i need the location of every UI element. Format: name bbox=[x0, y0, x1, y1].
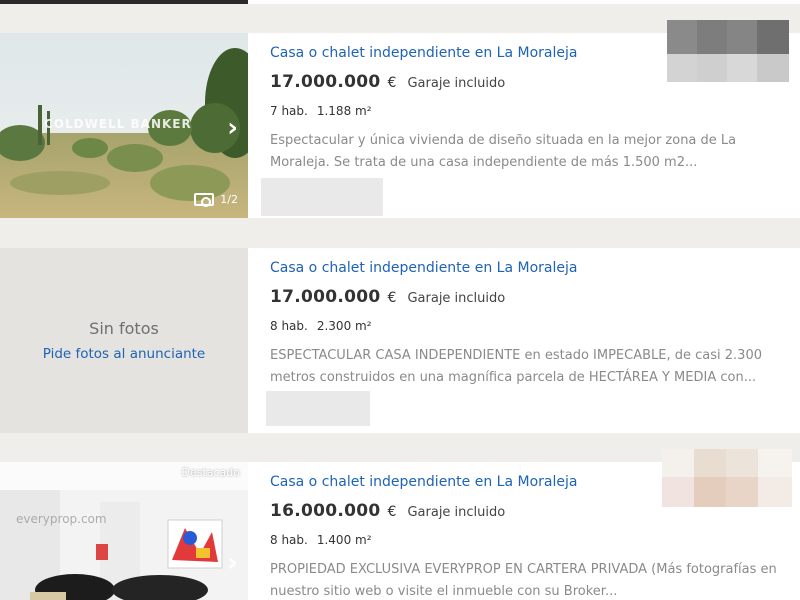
area-size: 1.188 m² bbox=[316, 104, 372, 118]
listing-title-link[interactable]: Casa o chalet independiente en La Morale… bbox=[270, 45, 577, 61]
agency-logo-blurred[interactable] bbox=[266, 391, 370, 426]
agency-logo-pixelated[interactable] bbox=[667, 20, 789, 82]
previous-listing-card-edge bbox=[248, 0, 800, 4]
featured-badge: Destacado bbox=[181, 466, 240, 479]
listing-price: 17.000.000 bbox=[270, 72, 381, 92]
camera-icon bbox=[194, 193, 215, 207]
photo-counter: 1/2 bbox=[194, 193, 238, 207]
listing-details: 7 hab. 1.188 m² bbox=[270, 104, 372, 118]
listing-description[interactable]: Espectacular y única vivienda de diseño … bbox=[270, 130, 780, 174]
listing-card[interactable]: COLDWELL BANKER › 1/2 Casa o chalet inde… bbox=[0, 20, 800, 218]
previous-listing-photo-edge bbox=[0, 0, 248, 4]
listing-details: 8 hab. 1.400 m² bbox=[270, 533, 372, 547]
garage-label: Garaje incluido bbox=[407, 76, 506, 91]
listing-photo[interactable]: Destacado everyprop.com › bbox=[0, 462, 248, 600]
request-photos-link[interactable]: Pide fotos al anunciante bbox=[43, 346, 206, 362]
garage-label: Garaje incluido bbox=[407, 505, 506, 520]
rooms-count: 8 hab. bbox=[270, 319, 308, 333]
photo-counter-text: 1/2 bbox=[220, 193, 238, 206]
area-size: 2.300 m² bbox=[316, 319, 372, 333]
price-row: 17.000.000 € Garaje incluido bbox=[270, 287, 505, 307]
area-size: 1.400 m² bbox=[316, 533, 372, 547]
no-photos-label: Sin fotos bbox=[89, 319, 159, 338]
listing-title-link[interactable]: Casa o chalet independiente en La Morale… bbox=[270, 474, 577, 490]
chevron-right-icon[interactable]: › bbox=[227, 548, 238, 578]
previous-listing-edge bbox=[0, 0, 800, 4]
listing-price: 17.000.000 bbox=[270, 287, 381, 307]
price-row: 17.000.000 € Garaje incluido bbox=[270, 72, 505, 92]
listing-price: 16.000.000 bbox=[270, 501, 381, 521]
listing-description[interactable]: PROPIEDAD EXCLUSIVA EVERYPROP EN CARTERA… bbox=[270, 559, 780, 600]
agency-logo-pixelated[interactable] bbox=[662, 449, 792, 507]
rooms-count: 7 hab. bbox=[270, 104, 308, 118]
listing-title-link[interactable]: Casa o chalet independiente en La Morale… bbox=[270, 260, 577, 276]
currency-symbol: € bbox=[387, 75, 397, 91]
listing-card[interactable]: Sin fotos Pide fotos al anunciante Casa … bbox=[0, 248, 800, 433]
rooms-count: 8 hab. bbox=[270, 533, 308, 547]
listing-photo[interactable]: COLDWELL BANKER › 1/2 bbox=[0, 33, 248, 218]
photo-watermark: COLDWELL BANKER bbox=[44, 117, 192, 131]
currency-symbol: € bbox=[387, 290, 397, 306]
chevron-right-icon[interactable]: › bbox=[227, 113, 238, 143]
price-row: 16.000.000 € Garaje incluido bbox=[270, 501, 505, 521]
listing-details: 8 hab. 2.300 m² bbox=[270, 319, 372, 333]
garage-label: Garaje incluido bbox=[407, 291, 506, 306]
listing-card[interactable]: Destacado everyprop.com › Casa o chalet … bbox=[0, 449, 800, 600]
listing-description[interactable]: ESPECTACULAR CASA INDEPENDIENTE en estad… bbox=[270, 345, 780, 389]
no-photos-placeholder: Sin fotos Pide fotos al anunciante bbox=[0, 248, 248, 433]
agency-logo-blurred[interactable] bbox=[261, 178, 383, 216]
photo-watermark: everyprop.com bbox=[16, 512, 107, 526]
property-photo-image bbox=[0, 462, 248, 600]
currency-symbol: € bbox=[387, 504, 397, 520]
